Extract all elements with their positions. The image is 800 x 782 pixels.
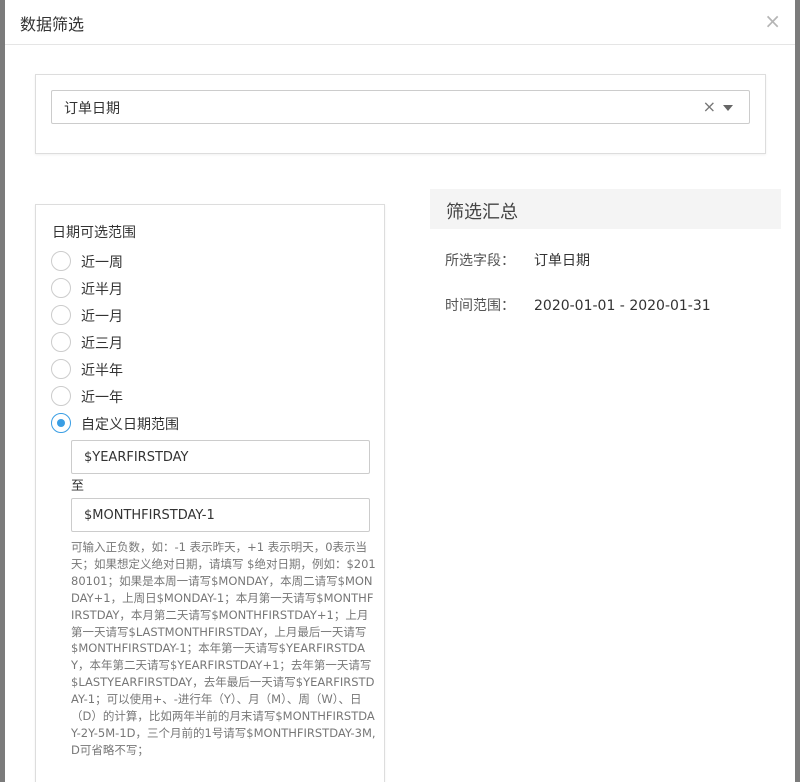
- radio-label: 近一月: [81, 309, 123, 325]
- radio-label: 自定义日期范围: [81, 417, 179, 433]
- filter-modal: 数据筛选 × 订单日期 × 日期可选范围 近一周 近半月 近一月 近三月 近半年…: [5, 0, 795, 782]
- radio-button[interactable]: [51, 359, 71, 379]
- summary-field-value: 订单日期: [534, 253, 590, 269]
- radio-last-three-months[interactable]: 近三月: [51, 331, 351, 353]
- field-select[interactable]: 订单日期 ×: [51, 90, 750, 124]
- clear-icon[interactable]: ×: [703, 97, 716, 116]
- to-label: 至: [71, 479, 85, 494]
- date-help-text: 可输入正负数，如：-1 表示昨天，+1 表示明天，0表示当天；如果想定义绝对日期…: [71, 540, 376, 757]
- field-select-panel: 订单日期 ×: [35, 74, 766, 154]
- radio-label: 近一年: [81, 390, 123, 406]
- summary-field-row: 所选字段： 订单日期: [445, 250, 590, 270]
- summary-range-key: 时间范围：: [445, 298, 515, 314]
- radio-button[interactable]: [51, 332, 71, 352]
- date-range-title: 日期可选范围: [52, 225, 136, 241]
- radio-last-year[interactable]: 近一年: [51, 385, 351, 407]
- close-icon[interactable]: ×: [764, 9, 781, 33]
- radio-custom-range[interactable]: 自定义日期范围: [51, 412, 351, 434]
- radio-button[interactable]: [51, 386, 71, 406]
- radio-button[interactable]: [51, 251, 71, 271]
- radio-button[interactable]: [51, 305, 71, 325]
- summary-range-value: 2020-01-01 - 2020-01-31: [534, 298, 711, 314]
- summary-field-key: 所选字段：: [445, 253, 515, 269]
- radio-label: 近三月: [81, 336, 123, 352]
- radio-label: 近半月: [81, 282, 123, 298]
- radio-last-half-month[interactable]: 近半月: [51, 277, 351, 299]
- radio-label: 近一周: [81, 255, 123, 271]
- radio-button-checked[interactable]: [51, 413, 71, 433]
- summary-range-row: 时间范围： 2020-01-01 - 2020-01-31: [445, 295, 711, 315]
- modal-title: 数据筛选: [20, 15, 85, 34]
- end-date-input[interactable]: [71, 498, 370, 532]
- radio-last-half-year[interactable]: 近半年: [51, 358, 351, 380]
- start-date-input[interactable]: [71, 440, 370, 474]
- chevron-down-icon[interactable]: [723, 105, 733, 111]
- summary-header: 筛选汇总: [430, 189, 781, 229]
- field-select-value: 订单日期: [64, 101, 120, 117]
- radio-label: 近半年: [81, 363, 123, 379]
- radio-last-month[interactable]: 近一月: [51, 304, 351, 326]
- summary-title: 筛选汇总: [446, 202, 518, 223]
- radio-button[interactable]: [51, 278, 71, 298]
- date-range-panel: 日期可选范围 近一周 近半月 近一月 近三月 近半年 近一年 自定义日期范围 $…: [35, 204, 385, 782]
- modal-header: 数据筛选 ×: [5, 0, 795, 45]
- radio-last-week[interactable]: 近一周: [51, 250, 351, 272]
